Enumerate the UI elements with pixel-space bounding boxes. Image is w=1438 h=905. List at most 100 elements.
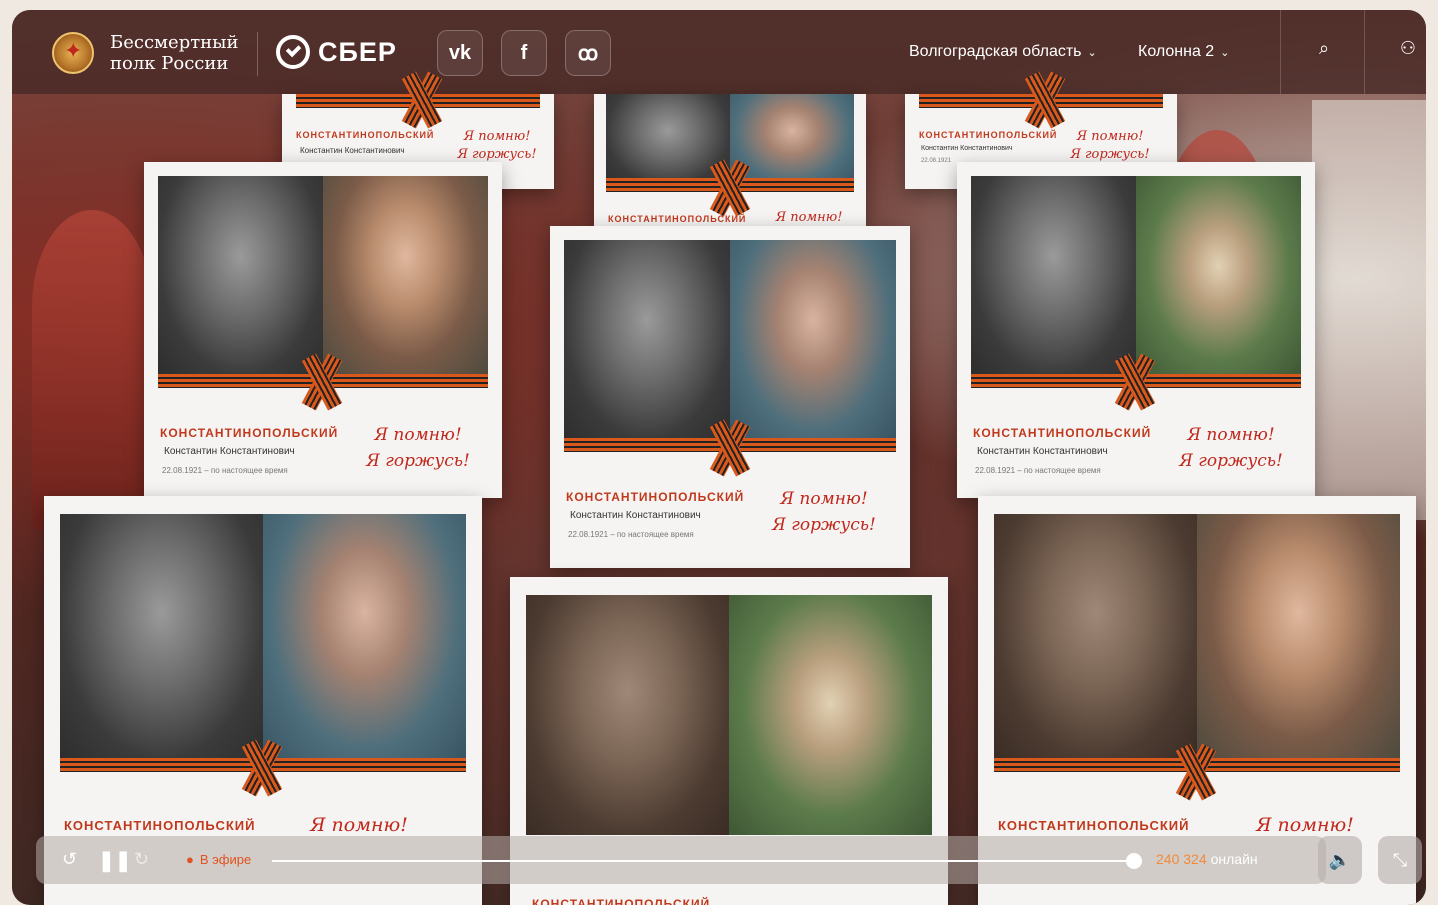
region-select[interactable]: Волгоградская область ⌄ [909,43,1097,61]
ribbon-bow [394,72,450,128]
ribbon-bow [1107,354,1163,410]
search-icon[interactable]: ⌕ [1310,38,1338,66]
ribbon-bow [234,740,290,796]
forward-10-icon[interactable]: ↻ [134,849,149,870]
descendant-photo [323,176,488,376]
card-dates: 22.08.1921 – по настоящее время [162,466,288,475]
progress-knob[interactable] [1126,853,1142,869]
slogan-line: Я помню! [1187,425,1275,445]
background-tower [32,210,152,530]
veteran-photo [158,176,323,376]
slogan-line: Я горжусь! [772,515,876,535]
card-fullname: Константин Константинович [164,446,295,457]
mute-button[interactable]: 🔈 [1318,836,1362,884]
pause-icon[interactable]: ❚❚ [98,848,132,873]
mute-icon: 🔈 [1328,849,1352,870]
card-photos [994,514,1400,760]
memorial-card[interactable]: КОНСТАНТИНОПОЛЬСКИЙ Я помню! [594,94,866,226]
slogan-line: Я помню! [374,425,462,445]
top-header: Бессмертный полк России СБЕР vk f ꝏ Волг… [12,10,1426,94]
region-label: Волгоградская область [909,43,1082,60]
card-surname: КОНСТАНТИНОПОЛЬСКИЙ [973,426,1152,440]
card-photos [158,176,488,376]
stream-frame: Бессмертный полк России СБЕР vk f ꝏ Волг… [12,10,1426,905]
card-surname: КОНСТАНТИНОПОЛЬСКИЙ [160,426,339,440]
card-surname: КОНСТАНТИНОПОЛЬСКИЙ [296,130,435,140]
regiment-emblem-icon[interactable] [52,32,94,74]
card-photos [564,240,896,440]
veteran-photo [994,514,1197,760]
online-counter: 240 324 онлайн [1156,851,1258,867]
ribbon-bow [702,160,758,216]
card-dates: 22.08.1921 – по настоящее время [568,530,694,539]
odnoklassniki-button[interactable]: ꝏ [565,30,611,76]
sber-logo[interactable]: СБЕР [276,35,397,69]
descendant-photo [730,240,896,440]
slogan-line: Я помню! [1076,129,1144,144]
card-fullname: Константин Константинович [570,510,701,521]
site-logo-text[interactable]: Бессмертный полк России [110,32,239,74]
card-slogan: Я помню! [1256,814,1354,836]
video-player-bar: ↺ ❚❚ ↻ В эфире 240 324онлайн [36,836,1326,884]
background-building [1312,100,1426,520]
card-surname: КОНСТАНТИНОПОЛЬСКИЙ [64,818,256,833]
logo-line-1: Бессмертный [110,32,239,53]
descendant-photo [1197,514,1400,760]
facebook-icon: f [520,41,528,64]
chevron-down-icon: ⌄ [1087,47,1097,59]
viewers-label: онлайн [1210,851,1258,867]
slogan-line: Я помню! [780,489,868,509]
card-slogan: Я помню! [775,210,843,225]
odnoklassniki-icon: ꝏ [577,42,599,65]
facebook-button[interactable]: f [501,30,547,76]
card-slogan: Я помню! Я горжусь! [764,486,884,538]
collapse-icon: ⤡ [1392,849,1408,870]
card-slogan: Я помню! Я горжусь! [358,422,478,474]
descendant-photo [729,595,932,835]
card-dates: 22.08.1921 [921,158,952,164]
card-photos [526,595,932,835]
card-slogan: Я помню! Я горжусь! [1171,422,1291,474]
card-fullname: Константин Константинович [977,446,1108,457]
card-slogan: Я помню! [310,814,408,836]
collapse-button[interactable]: ⤡ [1378,836,1422,884]
card-photos [60,514,466,760]
sber-check-icon [276,35,310,69]
viewers-count: 240 324 [1156,851,1207,867]
card-fullname: Константин Константинович [921,145,1013,152]
veteran-photo [60,514,263,760]
slogan-line: Я помню! [463,129,531,144]
memorial-card[interactable]: КОНСТАНТИНОПОЛЬСКИЙ Константин Константи… [144,162,502,498]
ribbon-bow [294,354,350,410]
user-icon[interactable]: ⚇ [1394,38,1422,66]
header-separator [1280,10,1281,94]
chevron-down-icon: ⌄ [1220,47,1230,59]
card-surname: КОНСТАНТИНОПОЛЬСКИЙ [998,818,1190,833]
card-surname: КОНСТАНТИНОПОЛЬСКИЙ [532,897,711,905]
vk-button[interactable]: vk [437,30,483,76]
vk-icon: vk [448,41,472,64]
veteran-photo [971,176,1136,376]
live-indicator: В эфире [186,852,251,867]
descendant-photo [263,514,466,760]
header-separator [1364,10,1365,94]
card-fullname: Константин Константинович [300,146,405,155]
card-dates: 22.08.1921 – по настоящее время [975,466,1101,475]
column-label: Колонна 2 [1138,43,1215,60]
memorial-card[interactable]: КОНСТАНТИНОПОЛЬСКИЙ Константин Константи… [957,162,1315,498]
card-surname: КОНСТАНТИНОПОЛЬСКИЙ [919,130,1058,140]
column-select[interactable]: Колонна 2 ⌄ [1138,43,1229,61]
progress-track[interactable] [272,860,1136,862]
ribbon-bow [1017,72,1073,128]
card-photos [971,176,1301,376]
card-slogan: Я помню! Я горжусь! [452,128,542,164]
ribbon-bow [702,420,758,476]
veteran-photo [526,595,729,835]
sber-label: СБЕР [318,36,397,67]
card-slogan: Я помню! Я горжусь! [1065,128,1155,164]
slogan-line: Я горжусь! [1179,451,1283,471]
card-surname: КОНСТАНТИНОПОЛЬСКИЙ [566,490,745,504]
replay-10-icon[interactable]: ↺ [62,849,77,870]
descendant-photo [1136,176,1301,376]
memorial-card[interactable]: КОНСТАНТИНОПОЛЬСКИЙ Константин Константи… [550,226,910,568]
